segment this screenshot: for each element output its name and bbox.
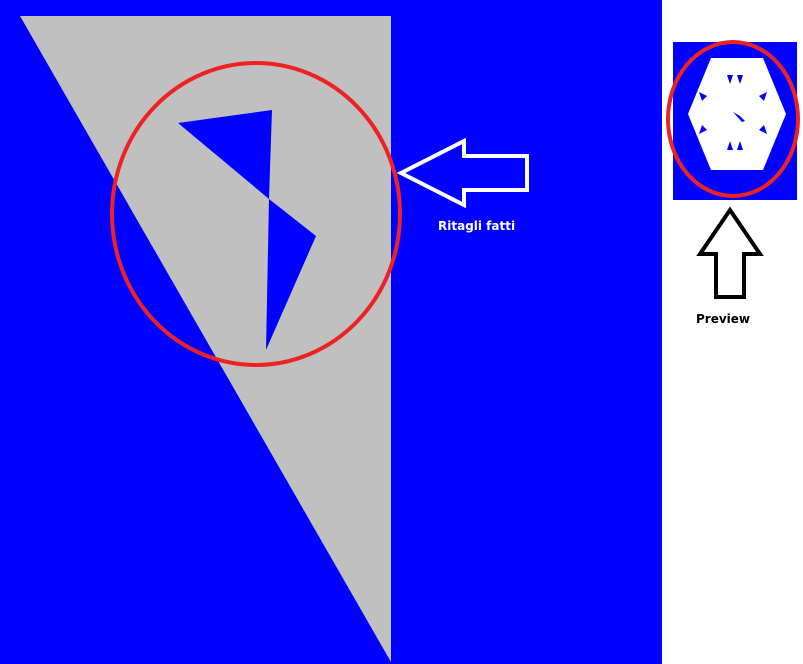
- preview-panel: [666, 40, 800, 299]
- snowflake-editor-screenshot: [0, 0, 800, 664]
- arrow-up-outline-icon: [696, 206, 764, 299]
- preview-label: Preview: [696, 312, 751, 326]
- cuts-done-label: Ritagli fatti: [438, 219, 516, 233]
